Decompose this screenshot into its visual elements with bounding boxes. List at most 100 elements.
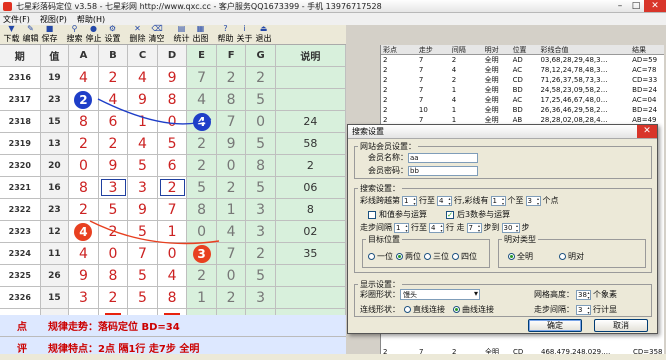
walk-to-input[interactable]: 30 <box>501 222 520 233</box>
delete-icon: ✕ <box>134 24 141 33</box>
save-button[interactable]: ■ 保存 <box>40 25 59 44</box>
marker-circle: 2 <box>74 90 93 109</box>
status-bar <box>0 354 666 360</box>
step-from-input[interactable]: 1 <box>394 222 409 233</box>
digit-cell: 0 <box>216 155 247 176</box>
digit-cell: 7 <box>128 243 158 264</box>
member-password-input[interactable]: bb <box>408 165 478 176</box>
settings-button[interactable]: ⚙ 设置 <box>103 25 122 44</box>
step-to-input[interactable]: 4 <box>429 222 444 233</box>
download-button[interactable]: ▼ 下载 <box>2 25 21 44</box>
toolbar: ▼ 下载 ✎ 编辑 ■ 保存 ⚲ 搜索 ● 停止 ⚙ 设置 ✕ 删除 ⌫ 清空 ▤ 统计 ▦ 出图 … <box>0 25 346 45</box>
help-button[interactable]: ? 帮助 <box>216 25 235 44</box>
edit-button[interactable]: ✎ 编辑 <box>21 25 40 44</box>
marker-circle: 4 <box>74 222 93 241</box>
grid-row[interactable]: 2322 23 2 5 9 7 8 1 3 8 <box>0 199 346 221</box>
download-icon: ▼ <box>8 24 15 33</box>
menu-file[interactable]: 文件(F) <box>3 14 30 25</box>
walk-from-input[interactable]: 7 <box>466 222 482 233</box>
digit-cell: 0 <box>216 265 247 286</box>
points-to-input[interactable]: 3 <box>525 195 541 206</box>
last3-checkbox-row[interactable]: ✓ 后3数参与运算 <box>446 209 510 220</box>
last3-checkbox[interactable]: ✓ <box>446 210 454 219</box>
digit-cell: 8 <box>69 111 99 132</box>
result-row[interactable]: 272全明CD71,26,37,58,73,3…CD=33 <box>381 75 664 85</box>
digit-cell: 8 <box>98 265 129 286</box>
search-button[interactable]: ⚲ 搜索 <box>65 25 84 44</box>
digit-cell: 9 <box>69 265 99 286</box>
results-header: 彩点 走步 间隔 明对 位置 彩线合值 结果 <box>381 45 664 55</box>
shape-select[interactable]: 馒头 <box>400 289 480 300</box>
digit-cell: 3 <box>246 199 276 220</box>
result-row[interactable]: 2 7 1 全明 BD 24,58,23,09,58,2… BD=24 <box>381 85 664 95</box>
note-cell: 2 <box>275 155 346 176</box>
grid-row[interactable]: 2316 19 4 2 4 9 7 2 2 <box>0 67 346 89</box>
digit-cell: 4 <box>187 111 217 132</box>
points-from-input[interactable]: 1 <box>490 195 506 206</box>
menu-view[interactable]: 视图(P) <box>40 14 67 25</box>
stop-button[interactable]: ● 停止 <box>84 25 103 44</box>
exit-button[interactable]: ⏏ 退出 <box>254 25 273 44</box>
header-c: C <box>128 45 158 66</box>
grid-row[interactable]: 2324 11 4 0 7 0 3 7 2 35 <box>0 243 346 265</box>
close-icon[interactable]: ✕ <box>644 0 666 12</box>
span-to-input[interactable]: 4 <box>437 195 452 206</box>
grid-row[interactable]: 2326 15 3 2 5 8 1 2 3 <box>0 287 346 309</box>
digit-cell: 7 <box>157 199 188 220</box>
digit-cell: 5 <box>187 177 217 198</box>
menu-help[interactable]: 帮助(H) <box>77 14 105 25</box>
dialog-body: 网站会员设置： 会员名称： aa 会员密码： bb 搜索设置： 彩线跨越第 1 … <box>348 139 657 335</box>
save-icon: ■ <box>45 24 54 33</box>
grid-row[interactable]: 2325 26 9 8 5 4 2 0 5 <box>0 265 346 287</box>
grid-rows: 2316 19 4 2 4 9 7 2 2 2317 23 2 4 9 8 4 8 5 2318 15 8 6 1 0 4 7 0 2… <box>0 67 346 309</box>
line-curve-radio[interactable] <box>453 306 460 313</box>
grid-row[interactable]: 2317 23 2 4 9 8 4 8 5 <box>0 89 346 111</box>
maximize-icon[interactable]: □ <box>628 0 644 12</box>
digit-cell: 2 <box>157 177 188 198</box>
grid-row[interactable]: 2321 16 8 3 3 2 5 2 5 06 <box>0 177 346 199</box>
sum-checkbox[interactable] <box>368 210 376 219</box>
chart-button[interactable]: ▦ 出图 <box>191 25 210 44</box>
info-icon: i <box>243 24 246 33</box>
member-name-input[interactable]: aa <box>408 152 478 163</box>
stats-button[interactable]: ▤ 统计 <box>172 25 191 44</box>
target-radio-1[interactable] <box>368 253 375 260</box>
line-straight-radio[interactable] <box>404 306 411 313</box>
span-from-input[interactable]: 1 <box>402 195 417 206</box>
pattern-label: 点 <box>17 322 27 333</box>
note-cell: 06 <box>275 177 346 198</box>
cancel-button[interactable]: 取消 <box>594 319 648 332</box>
sum-checkbox-row[interactable]: 和值参与运算 <box>368 209 427 220</box>
pair-radio-all[interactable] <box>508 253 515 260</box>
minimize-icon[interactable]: – <box>612 0 628 12</box>
result-row[interactable]: 272全明AD03,68,28,29,48,3…AD=59 <box>381 55 664 65</box>
delete-button[interactable]: ✕ 删除 <box>128 25 147 44</box>
ok-button[interactable]: 确定 <box>528 319 582 332</box>
period-cell: 2321 <box>0 177 41 198</box>
target-radio-3[interactable] <box>424 253 431 260</box>
clear-button[interactable]: ⌫ 清空 <box>147 25 166 44</box>
pattern-row: 点 规律走势：落码定位 BD=34 <box>0 315 346 337</box>
result-row[interactable]: 274全明AC17,25,46,67,48,0…AC=04 <box>381 95 664 105</box>
grid-height-input[interactable]: 38 <box>576 289 591 300</box>
digit-cell: 8 <box>157 89 188 110</box>
digit-cell: 8 <box>157 287 188 308</box>
value-cell: 23 <box>40 199 70 220</box>
walk-interval-input[interactable]: 3 <box>576 304 591 315</box>
grid-row[interactable]: 2320 20 0 9 5 6 2 0 8 2 <box>0 155 346 177</box>
result-row[interactable]: 2 7 4 全明 AC 78,12,24,78,48,3… AC=78 <box>381 65 664 75</box>
search-icon: ⚲ <box>71 24 78 33</box>
pair-radio-pair[interactable] <box>559 253 566 260</box>
grid-row[interactable]: 2318 15 8 6 1 0 4 7 0 24 <box>0 111 346 133</box>
step-row: 走步间隔 1 行至 4 行 走 7 步到 30 步 <box>360 222 530 233</box>
digit-cell: 2 <box>216 287 247 308</box>
target-radio-4[interactable] <box>452 253 459 260</box>
grid-row[interactable]: 2319 13 2 2 4 5 2 9 5 58 <box>0 133 346 155</box>
result-row[interactable]: 2 10 1 全明 BD 26,36,46,29,58,2… BD=24 <box>381 105 664 115</box>
about-button[interactable]: i 关于 <box>235 25 254 44</box>
dialog-close-icon[interactable]: ✕ <box>637 125 657 138</box>
digit-cell: 2 <box>98 67 129 88</box>
target-radio-2[interactable] <box>396 253 403 260</box>
chart-icon: ▦ <box>196 24 205 33</box>
grid-row[interactable]: 2323 12 4 2 5 1 0 4 3 02 <box>0 221 346 243</box>
